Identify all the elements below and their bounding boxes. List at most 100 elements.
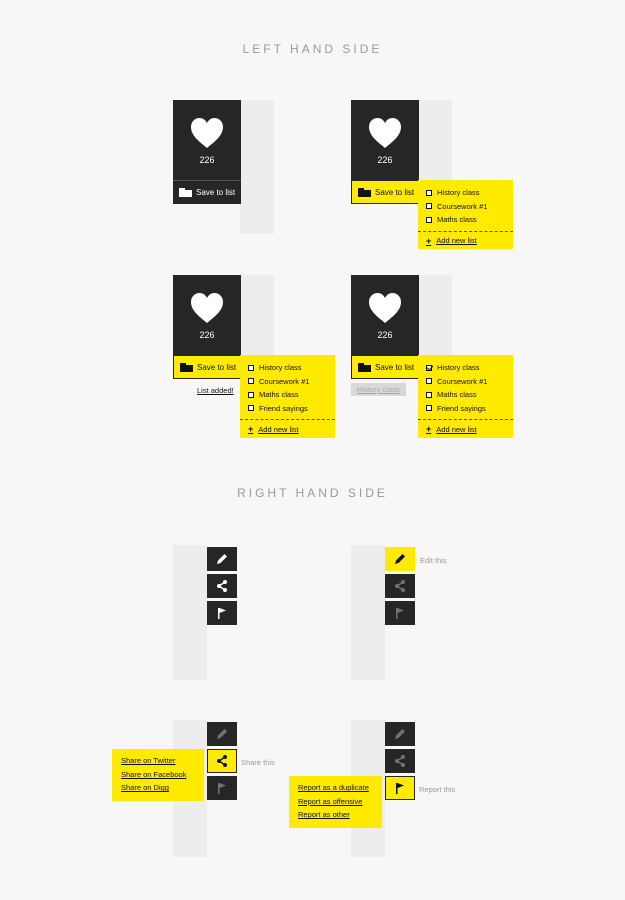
report-duplicate-link[interactable]: Report as a duplicate bbox=[289, 781, 382, 795]
list-item[interactable]: History class bbox=[240, 361, 335, 375]
pencil-icon bbox=[217, 729, 227, 739]
list-item[interactable]: Maths class bbox=[418, 388, 513, 402]
list-item[interactable]: Coursework #1 bbox=[418, 200, 513, 214]
flag-icon bbox=[218, 608, 226, 619]
list-item[interactable]: Maths class bbox=[418, 213, 513, 227]
flag-icon bbox=[396, 783, 404, 794]
share-icon bbox=[217, 755, 227, 767]
side-panel bbox=[418, 100, 452, 180]
side-panel bbox=[173, 545, 207, 680]
checkbox-checked-icon[interactable] bbox=[426, 364, 432, 371]
share-button[interactable] bbox=[207, 574, 237, 598]
edit-button[interactable] bbox=[207, 722, 237, 746]
list-item[interactable]: Maths class bbox=[240, 388, 335, 402]
report-menu: Report as a duplicate Report as offensiv… bbox=[289, 776, 382, 828]
save-to-list-label: Save to list bbox=[196, 188, 236, 197]
side-panel bbox=[351, 545, 385, 680]
folder-icon bbox=[180, 362, 193, 372]
heart-icon bbox=[191, 293, 223, 323]
like-card[interactable]: 226 bbox=[351, 100, 419, 180]
side-panel bbox=[418, 275, 452, 355]
side-panel bbox=[240, 100, 274, 234]
checkbox-icon[interactable] bbox=[426, 216, 432, 223]
folder-icon bbox=[179, 188, 192, 197]
checkbox-icon[interactable] bbox=[248, 405, 254, 412]
save-to-list-button[interactable]: Save to list bbox=[351, 180, 419, 204]
share-icon bbox=[395, 580, 405, 592]
checkbox-icon[interactable] bbox=[426, 203, 432, 210]
like-count: 226 bbox=[377, 330, 393, 340]
checkbox-icon[interactable] bbox=[248, 378, 254, 385]
add-new-list-link[interactable]: + Add new list bbox=[240, 420, 335, 438]
like-card[interactable]: 226 bbox=[173, 275, 241, 355]
heart-icon bbox=[369, 293, 401, 323]
edit-button[interactable] bbox=[207, 547, 237, 571]
report-button[interactable] bbox=[385, 601, 415, 625]
list-item[interactable]: Friend sayings bbox=[418, 402, 513, 416]
list-item[interactable]: Friend sayings bbox=[240, 402, 335, 416]
save-to-list-button[interactable]: Save to list bbox=[351, 355, 419, 379]
report-offensive-link[interactable]: Report as offensive bbox=[289, 795, 382, 809]
share-digg-link[interactable]: Share on Digg bbox=[112, 781, 204, 795]
like-card[interactable]: 226 bbox=[351, 275, 419, 355]
like-count: 226 bbox=[199, 155, 215, 165]
share-this-label: Share this bbox=[241, 758, 275, 767]
history-class-note: History class bbox=[351, 383, 406, 396]
flag-icon bbox=[396, 608, 404, 619]
checkbox-icon[interactable] bbox=[426, 378, 432, 385]
share-button[interactable] bbox=[207, 749, 237, 773]
list-item[interactable]: History class bbox=[418, 361, 513, 375]
list-item[interactable]: Coursework #1 bbox=[240, 375, 335, 389]
save-list-menu: History class Coursework #1 Maths class … bbox=[418, 355, 513, 438]
edit-button[interactable] bbox=[385, 547, 415, 571]
save-to-list-button[interactable]: Save to list bbox=[173, 355, 241, 379]
save-to-list-label: Save to list bbox=[375, 362, 415, 372]
share-facebook-link[interactable]: Share on Facebook bbox=[112, 768, 204, 782]
checkbox-icon[interactable] bbox=[426, 405, 432, 412]
edit-this-label: Edit this bbox=[420, 556, 447, 565]
save-to-list-label: Save to list bbox=[375, 187, 415, 197]
plus-icon: + bbox=[248, 424, 254, 434]
heart-icon bbox=[369, 118, 401, 148]
report-button[interactable] bbox=[385, 776, 415, 800]
save-to-list-label: Save to list bbox=[197, 362, 237, 372]
like-count: 226 bbox=[377, 155, 393, 165]
save-list-menu: History class Coursework #1 Maths class … bbox=[240, 355, 335, 438]
share-twitter-link[interactable]: Share on Twitter bbox=[112, 754, 204, 768]
share-button[interactable] bbox=[385, 574, 415, 598]
pencil-icon bbox=[395, 554, 405, 564]
checkbox-icon[interactable] bbox=[426, 391, 432, 398]
list-item[interactable]: History class bbox=[418, 186, 513, 200]
folder-icon bbox=[358, 187, 371, 197]
side-panel bbox=[240, 275, 274, 355]
plus-icon: + bbox=[426, 424, 432, 434]
heart-icon bbox=[191, 118, 223, 148]
pencil-icon bbox=[217, 554, 227, 564]
share-menu: Share on Twitter Share on Facebook Share… bbox=[112, 749, 204, 801]
pencil-icon bbox=[395, 729, 405, 739]
share-icon bbox=[395, 755, 405, 767]
like-count: 226 bbox=[199, 330, 215, 340]
report-this-label: Report this bbox=[419, 785, 456, 794]
report-other-link[interactable]: Report as other bbox=[289, 808, 382, 822]
add-new-list-link[interactable]: + Add new list bbox=[418, 232, 513, 250]
heading-left-hand-side: LEFT HAND SIDE bbox=[242, 42, 383, 56]
like-card[interactable]: 226 bbox=[173, 100, 241, 180]
list-item[interactable]: Coursework #1 bbox=[418, 375, 513, 389]
share-button[interactable] bbox=[385, 749, 415, 773]
checkbox-icon[interactable] bbox=[426, 189, 432, 196]
folder-icon bbox=[358, 362, 371, 372]
add-new-list-link[interactable]: + Add new list bbox=[418, 420, 513, 438]
heading-right-hand-side: RIGHT HAND SIDE bbox=[237, 486, 388, 500]
list-added-note: List added! bbox=[197, 386, 234, 395]
save-list-menu: History class Coursework #1 Maths class … bbox=[418, 180, 513, 249]
flag-icon bbox=[218, 783, 226, 794]
plus-icon: + bbox=[426, 235, 432, 246]
share-icon bbox=[217, 580, 227, 592]
edit-button[interactable] bbox=[385, 722, 415, 746]
save-to-list-button[interactable]: Save to list bbox=[173, 180, 241, 204]
report-button[interactable] bbox=[207, 601, 237, 625]
checkbox-icon[interactable] bbox=[248, 391, 254, 398]
report-button[interactable] bbox=[207, 776, 237, 800]
checkbox-icon[interactable] bbox=[248, 364, 254, 371]
